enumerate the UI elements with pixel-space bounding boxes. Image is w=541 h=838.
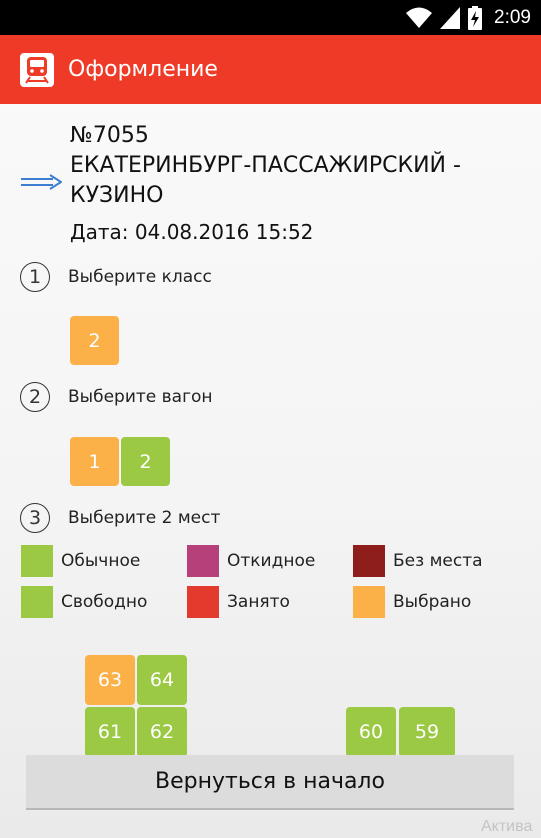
legend-swatch	[353, 586, 385, 618]
legend-label: Свободно	[61, 592, 148, 612]
seat-60[interactable]: 60	[346, 707, 396, 757]
activation-watermark: Актива	[481, 818, 533, 835]
wagon-option-2[interactable]: 2	[121, 437, 170, 486]
legend-label: Откидное	[227, 551, 316, 571]
seat-61[interactable]: 61	[85, 707, 135, 757]
step-label: Выберите 2 мест	[68, 508, 221, 528]
train-number: №7055	[70, 123, 149, 148]
legend-label: Без места	[393, 551, 483, 571]
legend-label: Выбрано	[393, 592, 472, 612]
step-number-circle: 3	[20, 503, 50, 533]
step-label: Выберите класс	[68, 267, 212, 287]
step-number-circle: 1	[20, 262, 50, 292]
legend-swatch	[21, 545, 53, 577]
status-icons: 2:09	[406, 6, 531, 30]
train-date: Дата: 04.08.2016 15:52	[70, 220, 314, 244]
step-select-seats: 3 Выберите 2 мест	[20, 503, 220, 533]
legend-swatch	[187, 545, 219, 577]
legend-occupied: Занято	[187, 586, 290, 618]
seat-63[interactable]: 63	[85, 655, 135, 705]
app-bar: Оформление	[0, 35, 541, 104]
signal-icon	[440, 7, 461, 29]
legend-no-seat: Без места	[353, 545, 483, 577]
step-select-wagon: 2 Выберите вагон	[20, 382, 213, 412]
seat-59[interactable]: 59	[399, 707, 455, 757]
class-option-2[interactable]: 2	[70, 316, 119, 365]
status-time: 2:09	[494, 7, 531, 28]
legend-swatch	[187, 586, 219, 618]
status-bar: 2:09	[0, 0, 541, 35]
train-icon[interactable]	[20, 52, 54, 87]
app-title: Оформление	[68, 57, 218, 82]
legend-label: Обычное	[61, 551, 141, 571]
legend-selected: Выбрано	[353, 586, 471, 618]
wifi-icon	[406, 7, 433, 28]
wagon-option-1[interactable]: 1	[70, 437, 119, 486]
seat-64[interactable]: 64	[137, 655, 187, 705]
legend-label: Занято	[227, 592, 290, 612]
battery-charging-icon	[468, 6, 483, 30]
legend-swatch	[21, 586, 53, 618]
long-arrow-right-icon	[21, 174, 62, 190]
step-label: Выберите вагон	[68, 387, 213, 407]
train-route: ЕКАТЕРИНБУРГ-ПАССАЖИРСКИЙ - КУЗИНО	[70, 153, 461, 208]
step-number-circle: 2	[20, 382, 50, 412]
legend-regular: Обычное	[21, 545, 140, 577]
legend-swatch	[353, 545, 385, 577]
back-to-start-button[interactable]: Вернуться в начало	[26, 755, 514, 810]
seat-62[interactable]: 62	[137, 707, 187, 757]
step-select-class: 1 Выберите класс	[20, 262, 212, 292]
legend-folding: Откидное	[187, 545, 315, 577]
legend-free: Свободно	[21, 586, 147, 618]
